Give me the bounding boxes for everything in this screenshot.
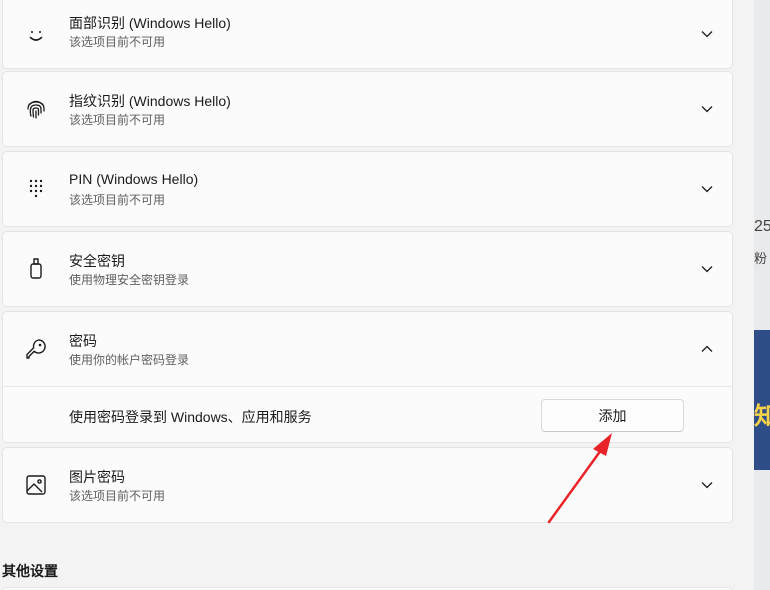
background-banner: 知 [754, 330, 770, 470]
option-title: 图片密码 [69, 469, 125, 485]
key-icon [23, 336, 49, 362]
chevron-down-icon[interactable] [698, 476, 716, 494]
background-char: 粉 [754, 251, 768, 266]
option-card-face[interactable]: 面部识别 (Windows Hello) 该选项目前不可用 [2, 0, 733, 69]
background-window-strip: 25 粉 知 [754, 0, 770, 590]
chevron-down-icon[interactable] [698, 25, 716, 43]
option-card-fingerprint[interactable]: 指纹识别 (Windows Hello) 该选项目前不可用 [2, 71, 733, 147]
sign-in-options-panel: 面部识别 (Windows Hello) 该选项目前不可用 指纹识别 (Wind… [0, 0, 754, 590]
option-subtitle: 该选项目前不可用 [69, 489, 166, 503]
option-title: 安全密钥 [69, 253, 125, 269]
option-card-security-key[interactable]: 安全密钥 使用物理安全密钥登录 [2, 231, 733, 307]
option-subtitle: 该选项目前不可用 [69, 35, 166, 49]
option-subtitle: 使用你的帐户密码登录 [69, 353, 190, 367]
chevron-down-icon[interactable] [698, 180, 716, 198]
other-settings-heading: 其他设置 [2, 563, 58, 579]
keypad-icon [23, 176, 49, 202]
option-title: 指纹识别 (Windows Hello) [69, 93, 231, 109]
usb-key-icon [23, 256, 49, 282]
option-title: PIN (Windows Hello) [69, 171, 199, 187]
password-expanded-label: 使用密码登录到 Windows、应用和服务 [69, 409, 312, 425]
chevron-down-icon[interactable] [698, 260, 716, 278]
chevron-up-icon[interactable] [698, 340, 716, 358]
option-subtitle: 该选项目前不可用 [69, 113, 166, 127]
smiley-face-icon [23, 22, 49, 48]
option-subtitle: 该选项目前不可用 [69, 193, 166, 207]
fingerprint-icon [23, 96, 49, 122]
option-card-picture-password[interactable]: 图片密码 该选项目前不可用 [2, 447, 733, 523]
add-password-button[interactable]: 添加 [541, 399, 684, 432]
option-card-pin[interactable]: PIN (Windows Hello) 该选项目前不可用 [2, 151, 733, 227]
option-card-password[interactable]: 密码 使用你的帐户密码登录 使用密码登录到 Windows、应用和服务 添加 [2, 311, 733, 443]
background-number: 25 [754, 218, 770, 235]
option-subtitle: 使用物理安全密钥登录 [69, 273, 190, 287]
chevron-down-icon[interactable] [698, 100, 716, 118]
password-expanded-section: 使用密码登录到 Windows、应用和服务 添加 [3, 386, 732, 442]
option-title: 面部识别 (Windows Hello) [69, 15, 231, 31]
background-banner-char: 知 [754, 403, 770, 430]
picture-icon [23, 472, 49, 498]
option-title: 密码 [69, 333, 97, 349]
